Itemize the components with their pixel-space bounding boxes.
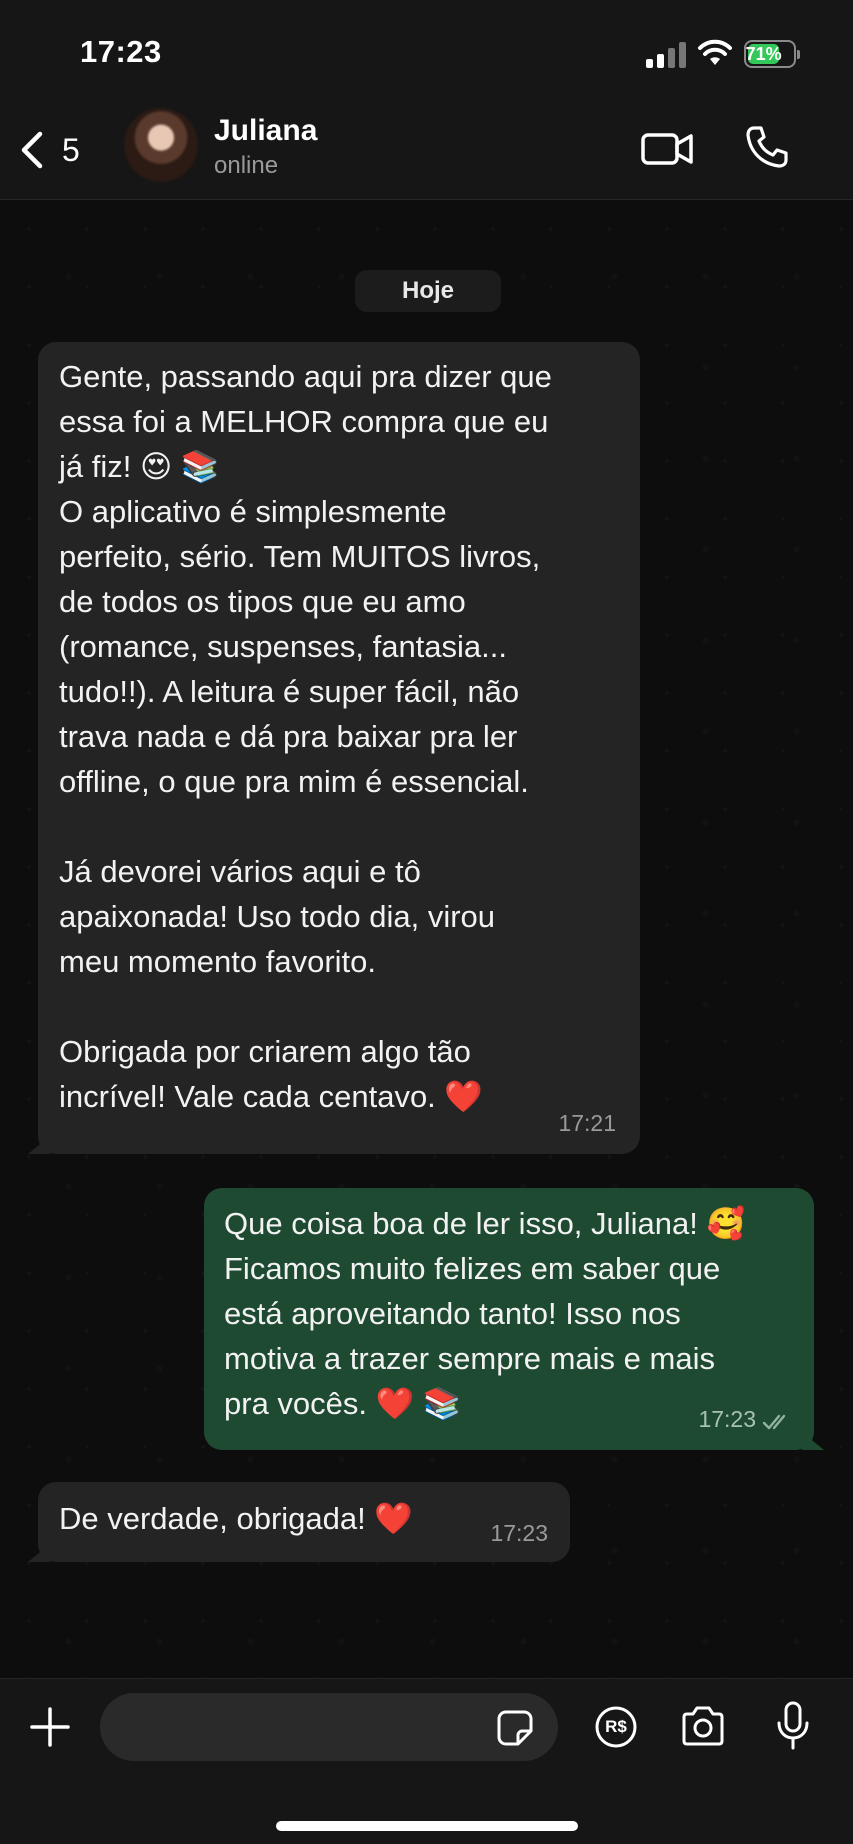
whatsapp-chat-screen: 17:23 71% 5 Juliana online Hoje Gente, p… (0, 0, 853, 1844)
attach-button[interactable] (28, 1705, 72, 1749)
wifi-icon (697, 38, 733, 68)
phone-icon (746, 126, 788, 168)
camera-button[interactable] (680, 1705, 726, 1747)
home-indicator (276, 1821, 578, 1831)
message-time: 17:23 (698, 1406, 756, 1432)
date-separator: Hoje (355, 270, 501, 312)
back-button[interactable]: 5 (18, 128, 80, 172)
message-input[interactable] (100, 1693, 558, 1761)
contact-avatar[interactable] (124, 108, 198, 182)
status-bar: 17:23 71% (0, 0, 853, 100)
message-bubble-incoming[interactable]: Gente, passando aqui pra dizer que essa … (28, 342, 640, 1154)
unread-count: 5 (62, 131, 80, 168)
plus-icon (30, 1707, 70, 1747)
payment-button[interactable]: R$ (594, 1705, 638, 1749)
microphone-button[interactable] (776, 1701, 810, 1751)
battery-icon: 71% (744, 40, 800, 68)
message-bubble-outgoing[interactable]: Que coisa boa de ler isso, Juliana! 🥰 Fi… (204, 1188, 824, 1450)
chevron-left-icon (18, 130, 44, 170)
double-check-icon (762, 1412, 792, 1432)
voice-call-button[interactable] (744, 124, 790, 170)
camera-icon (682, 1706, 724, 1746)
message-text: Que coisa boa de ler isso, Juliana! 🥰 Fi… (224, 1206, 746, 1421)
message-input-bar: R$ (0, 1678, 853, 1844)
status-time: 17:23 (80, 34, 162, 69)
sticker-button[interactable] (496, 1709, 534, 1747)
message-time: 17:21 (558, 1110, 616, 1136)
microphone-icon (777, 1701, 809, 1750)
contact-status: online (214, 152, 279, 179)
cellular-signal-icon (646, 42, 686, 68)
message-text: Gente, passando aqui pra dizer que essa … (59, 359, 552, 1114)
video-camera-icon (641, 133, 693, 165)
message-time: 17:23 (490, 1520, 548, 1546)
message-bubble-incoming[interactable]: De verdade, obrigada! ❤️ 17:23 (28, 1482, 570, 1562)
payment-symbol: R$ (605, 1717, 627, 1736)
video-call-button[interactable] (640, 126, 696, 172)
battery-level: 71% (745, 43, 782, 64)
message-text: De verdade, obrigada! ❤️ (59, 1501, 413, 1536)
sticker-icon (497, 1710, 533, 1746)
chat-messages-area[interactable]: Hoje Gente, passando aqui pra dizer que … (0, 200, 853, 1678)
chat-header: 5 Juliana online (0, 100, 853, 200)
contact-name[interactable]: Juliana (214, 114, 317, 148)
